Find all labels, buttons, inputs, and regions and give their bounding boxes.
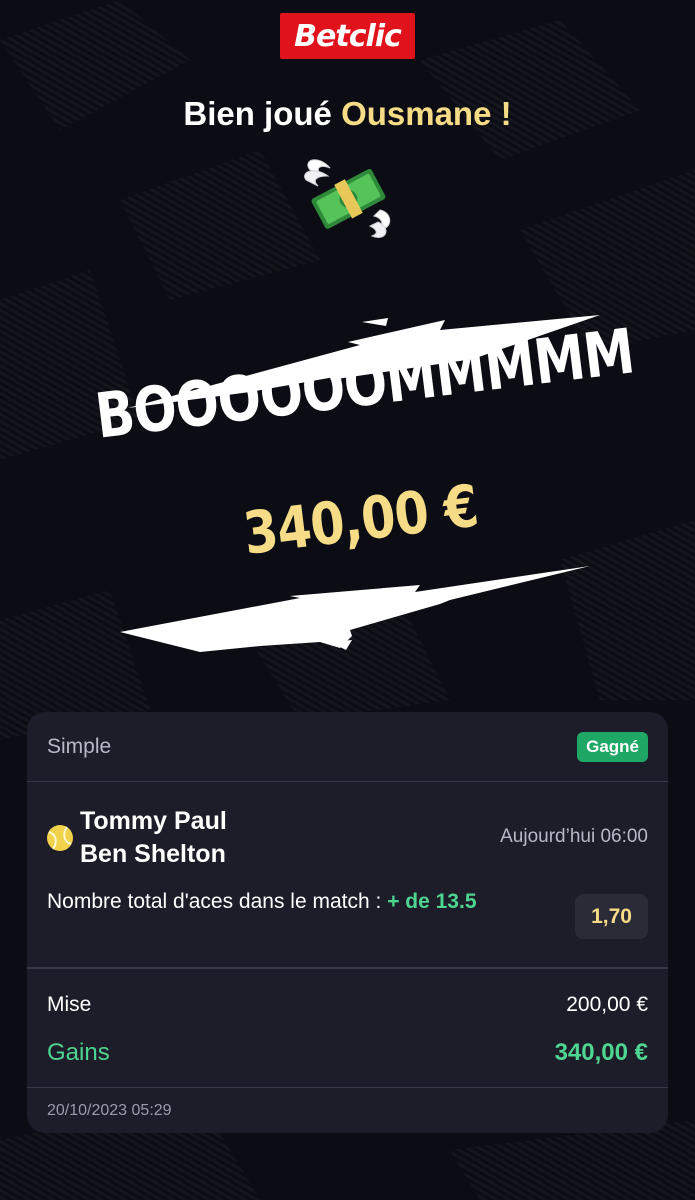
odds-value: 1,70	[591, 904, 632, 928]
pick: + de 13.5	[387, 890, 477, 913]
tennis-ball-icon	[47, 825, 73, 851]
market-name: Nombre total d'aces dans le match :	[47, 890, 382, 913]
winnings-label: Gains	[47, 1039, 110, 1066]
bet-totals: Mise 200,00 € Gains 340,00 €	[27, 968, 668, 1088]
stake-row: Mise 200,00 €	[47, 993, 648, 1017]
winnings-value: 340,00 €	[554, 1039, 648, 1066]
bet-card[interactable]: Simple Gagné Tommy Paul Ben Shelton Aujo…	[27, 712, 668, 1133]
teams: Tommy Paul Ben Shelton	[80, 805, 227, 871]
stake-value: 200,00 €	[566, 993, 648, 1016]
event-time: Aujourd’hui 06:00	[500, 826, 648, 847]
win-screen: Betclic Bien joué Ousmane ! $	[0, 0, 695, 1200]
player-1: Tommy Paul	[80, 807, 227, 835]
winnings-row: Gains 340,00 €	[47, 1039, 648, 1067]
bet-type: Simple	[47, 734, 112, 758]
bet-card-header: Simple Gagné	[27, 712, 668, 782]
status-badge: Gagné	[577, 731, 648, 762]
bet-placed-date: 20/10/2023 05:29	[47, 1102, 172, 1119]
bet-selection[interactable]: Tommy Paul Ben Shelton Aujourd’hui 06:00…	[27, 782, 668, 968]
market-description: Nombre total d'aces dans le match : + de…	[47, 888, 477, 916]
stake-label: Mise	[47, 993, 92, 1016]
player-2: Ben Shelton	[80, 840, 226, 868]
odds-chip: 1,70	[575, 894, 648, 939]
